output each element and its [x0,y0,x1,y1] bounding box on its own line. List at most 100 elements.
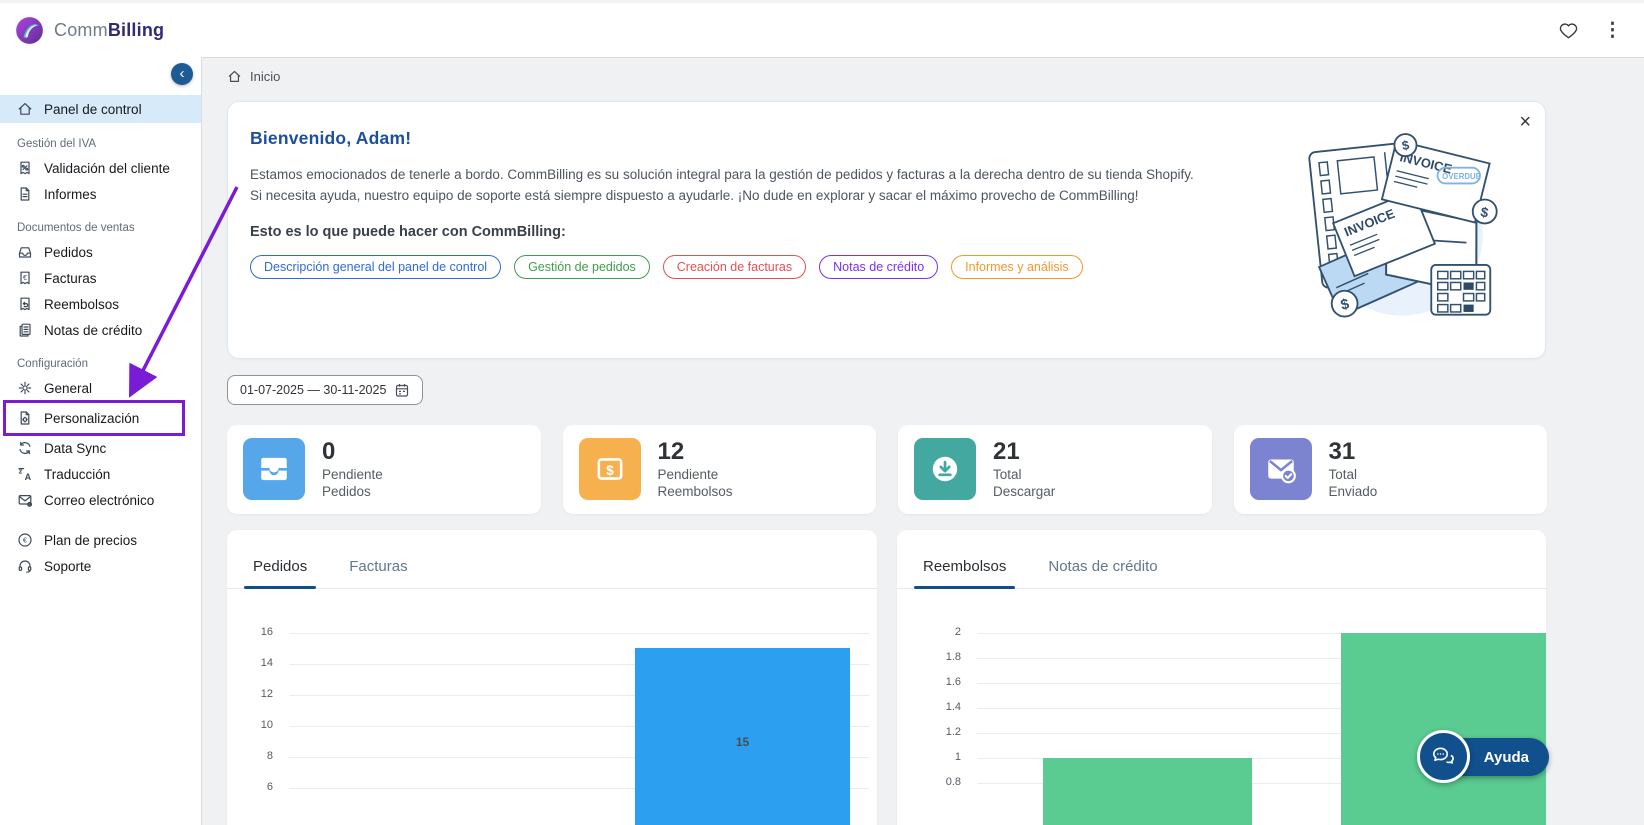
more-menu-button[interactable]: ⋮ [1603,21,1622,40]
tab-pedidos[interactable]: Pedidos [243,546,317,589]
help-button[interactable]: Ayuda [1416,730,1549,783]
stat-card-total-enviado[interactable]: 31 Total Enviado [1233,425,1547,514]
sidebar-item-panel-de-control[interactable]: Panel de control [0,95,201,123]
refunds-bar-chart: 21.81.61.41.210.82 [897,626,1546,825]
breadcrumb-home-icon [228,70,241,82]
sidebar-item-general[interactable]: General [0,375,201,401]
y-axis-tick: 12 [260,687,273,700]
refunds-chart-tabs: Reembolsos Notas de crédito [897,546,1546,589]
svg-text:$: $ [1339,296,1351,314]
credit-note-icon [17,322,33,338]
stat-cards-row: 0 Pendiente Pedidos $ 12 Pendiente Reemb… [227,425,1547,514]
sidebar-item-personalizacion[interactable]: Personalización [0,405,201,431]
translate-icon: zA [17,466,33,482]
tab-facturas[interactable]: Facturas [347,546,409,588]
bar[interactable] [1043,757,1252,825]
welcome-card: Bienvenido, Adam! Estamos emocionados de… [227,101,1546,359]
sidebar-section-documentos-ventas: Documentos de ventas [17,222,135,234]
badge-gestion-pedidos[interactable]: Gestión de pedidos [514,254,650,279]
badge-panel-overview[interactable]: Descripción general del panel de control [250,254,502,279]
sidebar-collapse-button[interactable]: ‹ [171,63,193,85]
chat-bubbles-icon [1416,730,1470,783]
invoice-euro-icon: € [17,270,33,286]
welcome-title: Bienvenido, Adam! [250,128,412,148]
svg-text:z: z [19,467,23,476]
sidebar-item-informes[interactable]: Informes [0,181,201,207]
kebab-icon: ⋮ [1603,19,1622,41]
sidebar-item-traduccion[interactable]: zA Traducción [0,461,201,487]
tab-notas-de-credito[interactable]: Notas de crédito [1046,546,1159,588]
svg-text:A: A [25,472,32,482]
stat-label-line2: Descargar [993,484,1056,500]
page-content: Bienvenido, Adam! Estamos emocionados de… [203,94,1547,825]
date-range-value: 01-07-2025 — 30-11-2025 [240,383,387,397]
sidebar-item-correo-electronico[interactable]: Correo electrónico [0,487,201,513]
sidebar-item-reembolsos[interactable]: Reembolsos [0,291,201,317]
stat-label-line1: Total [993,466,1022,482]
sidebar-item-notas-de-credito[interactable]: Notas de crédito [0,317,201,343]
bar[interactable] [1341,632,1546,825]
stat-label-line2: Reembolsos [657,484,733,500]
close-icon: × [1519,111,1531,133]
charts-row: Pedidos Facturas 16 14 12 10 8 6 15 Reembolsos… [227,529,1547,825]
svg-text:INVOICE: INVOICE [1398,149,1453,176]
stat-label-line1: Total [1328,466,1358,482]
y-axis-tick: 14 [260,656,273,669]
sidebar-menu: Panel de control Gestión del IVA Validac… [0,57,201,579]
stat-label-line1: Pendiente [657,466,719,482]
stat-card-total-descargar[interactable]: 21 Total Descargar [898,425,1212,514]
grid-line [289,632,869,634]
email-gear-icon [17,492,33,508]
date-range-picker[interactable]: 01-07-2025 — 30-11-2025 [227,375,424,405]
mail-check-icon [1249,438,1312,501]
sidebar-item-facturas[interactable]: € Facturas [0,265,201,291]
brand-logo[interactable]: CommBilling [0,15,164,46]
support-headset-icon [17,558,33,574]
sidebar-section-gestion-iva: Gestión del IVA [17,138,97,150]
stat-card-pendiente-pedidos[interactable]: 0 Pendiente Pedidos [227,425,541,514]
header-actions: ⋮ [1558,20,1644,41]
y-axis-tick: 0.8 [945,775,961,788]
sidebar-item-validacion-del-cliente[interactable]: Validación del cliente [0,155,201,181]
sidebar-item-soporte[interactable]: Soporte [0,553,201,579]
commbilling-logo-icon [16,16,43,44]
download-circle-icon [914,438,976,501]
brand-name: CommBilling [54,19,165,40]
y-axis-tick: 2 [954,625,961,638]
breadcrumb[interactable]: Inicio [203,58,1644,94]
euro-circle-icon: € [17,532,33,548]
sidebar-item-plan-de-precios[interactable]: € Plan de precios [0,527,201,553]
sidebar-item-data-sync[interactable]: Data Sync [0,435,201,461]
favorite-heart-button[interactable] [1558,20,1579,41]
commbilling-app: CommBilling ⋮ ‹ Panel de control Gestión… [0,0,1644,825]
inbox-icon [17,244,33,260]
welcome-close-button[interactable]: × [1519,112,1531,132]
y-axis-tick: 1 [954,750,961,763]
svg-text:€: € [23,536,28,545]
tab-reembolsos[interactable]: Reembolsos [913,546,1016,589]
sidebar-item-pedidos[interactable]: Pedidos [0,239,201,265]
orders-chart-tabs: Pedidos Facturas [227,546,877,589]
sync-icon [17,440,33,456]
orders-bar-chart: 16 14 12 10 8 6 15 [227,626,877,825]
feature-badges: Descripción general del panel de control… [250,254,1517,279]
stat-card-pendiente-reembolsos[interactable]: $ 12 Pendiente Reembolsos [562,425,876,514]
svg-text:$: $ [1479,203,1490,220]
stat-value: 0 [322,438,336,465]
home-icon [17,101,33,117]
badge-creacion-facturas[interactable]: Creación de facturas [662,254,807,279]
badge-notas-credito[interactable]: Notas de crédito [819,254,939,279]
y-axis-tick: 6 [266,780,273,793]
welcome-cta-text: Esto es lo que puede hacer con CommBilli… [250,223,566,240]
document-gear-icon [17,410,33,426]
orders-chart-card: Pedidos Facturas 16 14 12 10 8 6 15 [227,529,877,825]
inbox-stat-icon [243,438,305,501]
sidebar-section-configuracion: Configuración [17,358,88,370]
receipt-percent-icon [17,160,33,176]
y-axis-tick: 16 [260,625,273,638]
heart-icon [1559,22,1578,39]
badge-informes-analisis[interactable]: Informes y análisis [951,254,1083,279]
svg-text:OVERDUE: OVERDUE [1442,172,1481,181]
calendar-icon [396,384,409,397]
sidebar-nav: ‹ Panel de control Gestión del IVA Valid… [0,57,202,825]
